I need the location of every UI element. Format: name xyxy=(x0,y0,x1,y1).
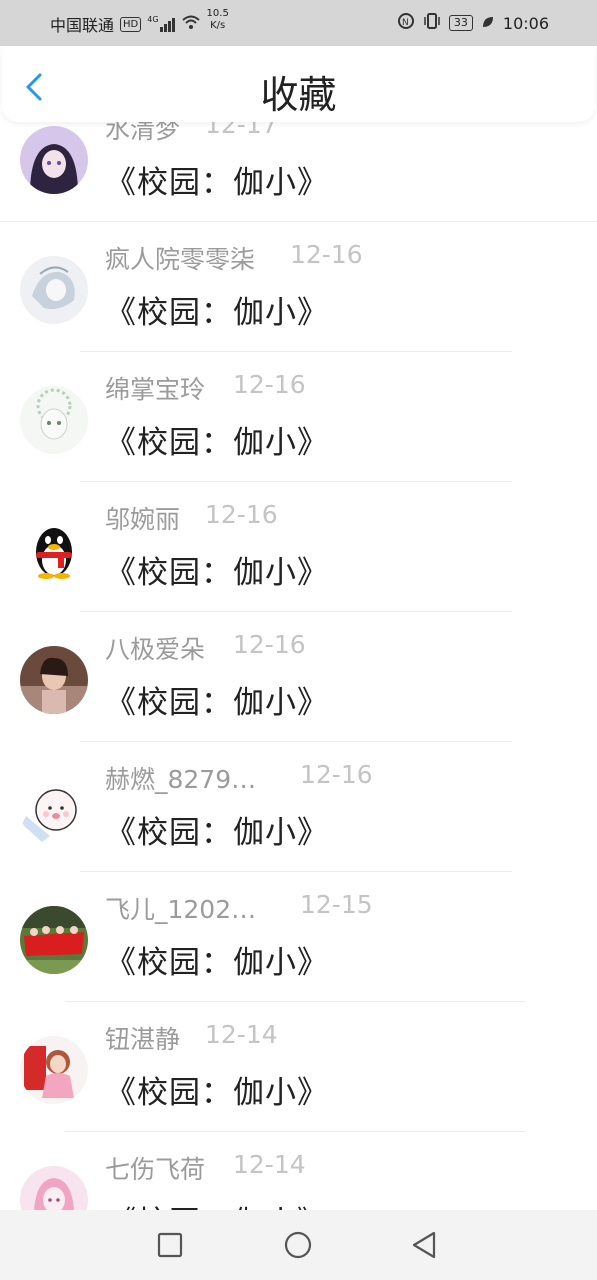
avatar[interactable] xyxy=(20,1036,88,1104)
user-name[interactable]: 八极爱朵 xyxy=(105,630,205,666)
carrier-name: 中国联通 xyxy=(50,16,115,35)
status-right: N 33 10:06 xyxy=(397,12,549,34)
status-bar: 中国联通 HD 4G 10.5 K/s N 33 10:06 xyxy=(0,0,597,46)
date: 12-17 xyxy=(205,122,278,139)
user-name[interactable]: 绵掌宝玲 xyxy=(105,370,205,406)
work-title[interactable]: 《校园：伽小》 xyxy=(105,547,329,592)
list-item[interactable]: 水清梦 12-17 《校园：伽小》 xyxy=(0,122,597,222)
battery-icon: 33 xyxy=(448,15,473,31)
work-title[interactable]: 《校园：伽小》 xyxy=(105,417,329,462)
avatar[interactable] xyxy=(20,1166,88,1210)
avatar[interactable] xyxy=(20,906,88,974)
list-item[interactable]: 疯人院零零柒 12-16 《校园：伽小》 xyxy=(0,222,597,352)
list-item[interactable]: 飞儿_1202… 12-15 《校园：伽小》 xyxy=(0,872,597,1002)
net-speed-value: 10.5 xyxy=(206,8,229,19)
qq-penguin-icon xyxy=(20,516,88,584)
date: 12-16 xyxy=(233,370,306,399)
wifi-icon xyxy=(181,14,201,34)
date: 12-16 xyxy=(300,760,373,789)
user-name[interactable]: 邬婉丽 xyxy=(105,500,180,536)
status-left: 中国联通 HD 4G 10.5 K/s xyxy=(50,8,229,36)
net-speed-unit: K/s xyxy=(210,20,226,31)
leaf-icon xyxy=(481,14,495,33)
list-item[interactable]: 钮湛静 12-14 《校园：伽小》 xyxy=(0,1002,597,1132)
avatar[interactable] xyxy=(20,126,88,194)
page-title: 收藏 xyxy=(260,73,337,117)
vibrate-icon xyxy=(423,12,441,34)
signal-icon: 4G xyxy=(147,15,175,32)
list-item[interactable]: 七伤飞荷 12-14 《校园：伽小》 xyxy=(0,1132,597,1210)
avatar[interactable] xyxy=(20,256,88,324)
recent-apps-icon[interactable] xyxy=(154,1229,186,1261)
date: 12-16 xyxy=(290,240,363,269)
work-title[interactable]: 《校园：伽小》 xyxy=(105,287,329,332)
list-item[interactable]: 邬婉丽 12-16 《校园：伽小》 xyxy=(0,482,597,612)
clock: 10:06 xyxy=(502,13,549,33)
date: 12-15 xyxy=(300,890,373,919)
header: 收藏 xyxy=(2,46,595,122)
avatar[interactable] xyxy=(20,516,88,584)
hd-badge: HD xyxy=(120,16,142,32)
date: 12-16 xyxy=(205,500,278,529)
net-speed: 10.5 K/s xyxy=(207,8,229,32)
back-icon[interactable] xyxy=(408,1229,440,1261)
list-item[interactable]: 绵掌宝玲 12-16 《校园：伽小》 xyxy=(0,352,597,482)
date: 12-14 xyxy=(205,1020,278,1049)
avatar[interactable] xyxy=(20,646,88,714)
user-name[interactable]: 七伤飞荷 xyxy=(105,1150,205,1186)
date: 12-14 xyxy=(233,1150,306,1179)
home-icon[interactable] xyxy=(282,1229,314,1261)
work-title[interactable]: 《校园：伽小》 xyxy=(105,937,329,982)
avatar[interactable] xyxy=(20,386,88,454)
back-nav-button[interactable] xyxy=(408,1229,440,1261)
home-button[interactable] xyxy=(282,1229,314,1261)
svg-text:N: N xyxy=(402,18,409,28)
list-item[interactable]: 赫燃_8279… 12-16 《校园：伽小》 xyxy=(0,742,597,872)
user-name[interactable]: 水清梦 xyxy=(105,122,180,146)
list-item[interactable]: 八极爱朵 12-16 《校园：伽小》 xyxy=(0,612,597,742)
navigation-bar xyxy=(0,1210,597,1280)
user-name[interactable]: 钮湛静 xyxy=(105,1020,180,1056)
work-title[interactable]: 《校园：伽小》 xyxy=(105,1067,329,1112)
work-title[interactable]: 《校园：伽小》 xyxy=(105,677,329,722)
work-title[interactable]: 《校园：伽小》 xyxy=(105,157,329,202)
date: 12-16 xyxy=(233,630,306,659)
work-title[interactable]: 《校园：伽小》 xyxy=(105,807,329,852)
work-title[interactable]: 《校园：伽小》 xyxy=(105,1197,329,1210)
nfc-icon: N xyxy=(397,12,415,34)
favorites-list[interactable]: 水清梦 12-17 《校园：伽小》 疯人院零零柒 12-16 《校园：伽小》 绵… xyxy=(0,122,597,1210)
user-name[interactable]: 赫燃_8279… xyxy=(105,760,256,796)
signal-type: 4G xyxy=(147,15,159,24)
user-name[interactable]: 飞儿_1202… xyxy=(105,890,256,926)
user-name[interactable]: 疯人院零零柒 xyxy=(105,240,255,276)
avatar[interactable] xyxy=(20,776,88,844)
recent-apps-button[interactable] xyxy=(154,1229,186,1261)
